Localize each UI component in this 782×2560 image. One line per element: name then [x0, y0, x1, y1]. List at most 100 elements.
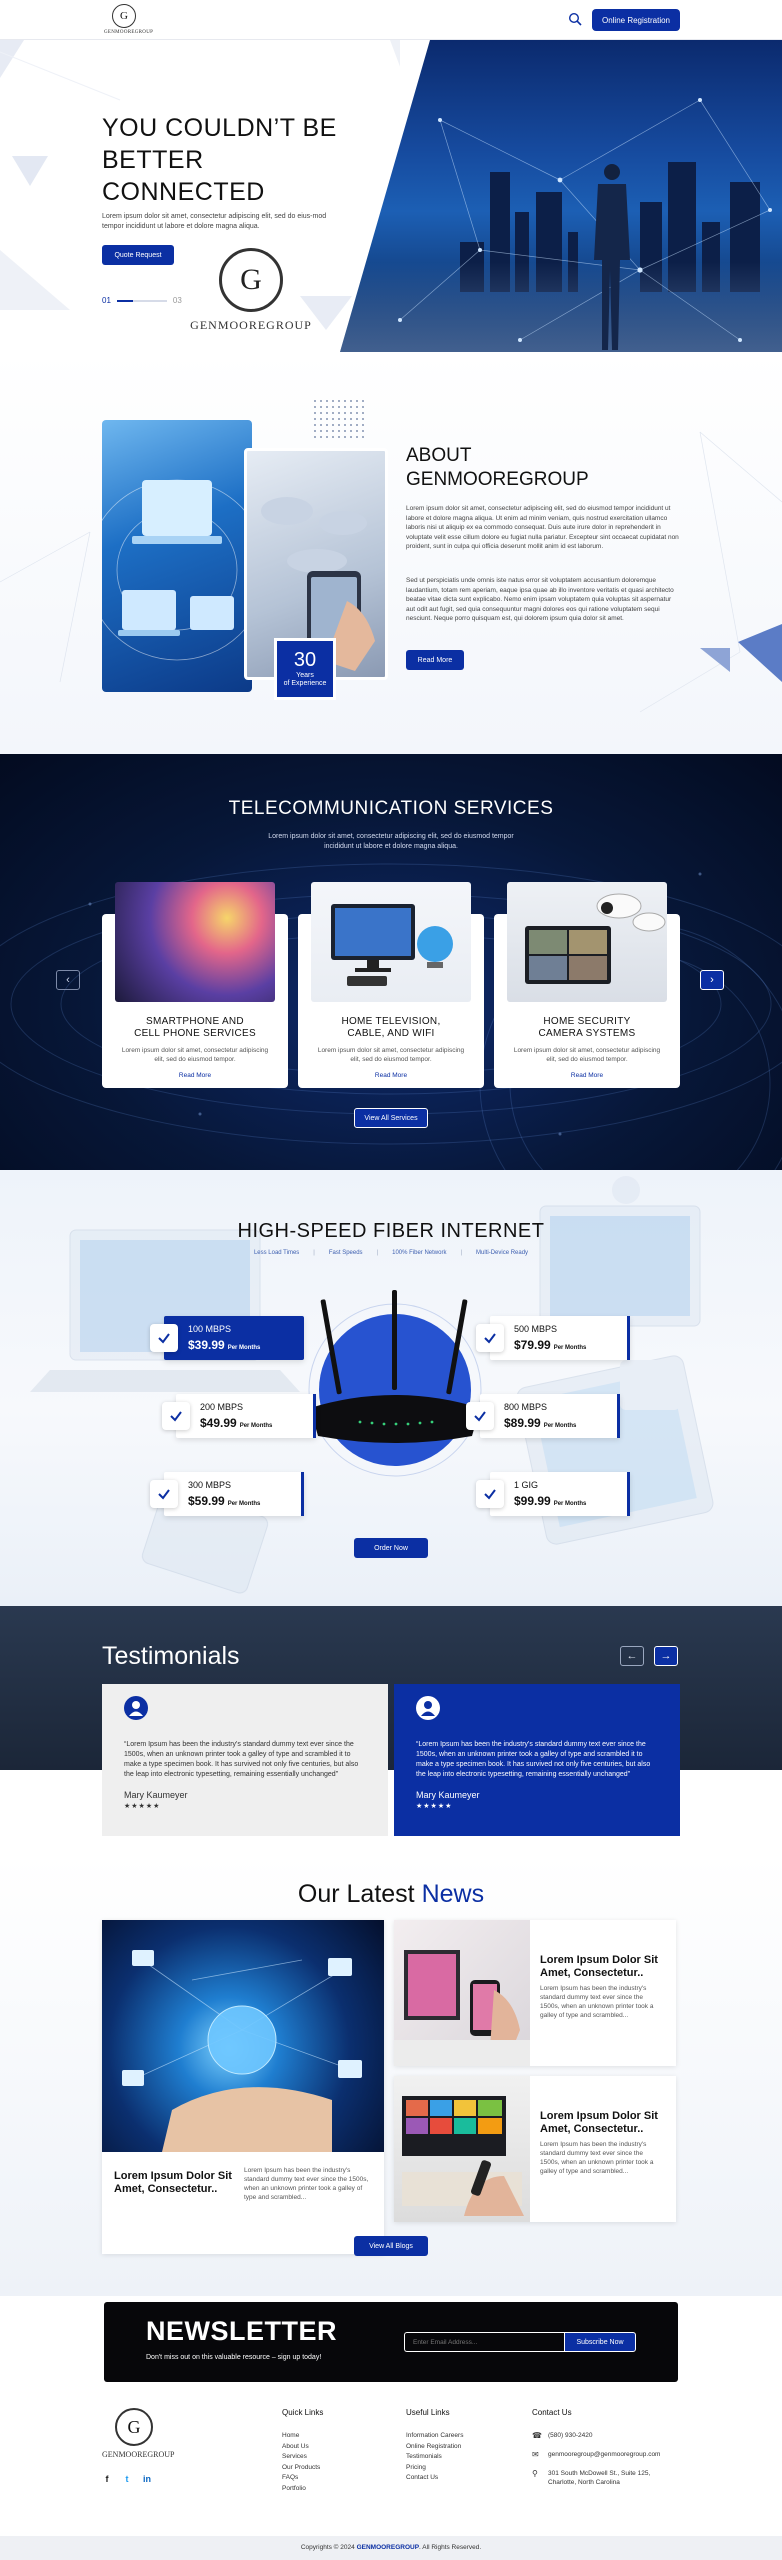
checkmark-icon	[162, 1402, 190, 1430]
fiber-feature: 100% Fiber Network	[392, 1250, 447, 1256]
service-name: SMARTPHONE AND CELL PHONE SERVICES	[102, 1016, 288, 1040]
about-section: 30 Years of Experience ABOUT GENMOOREGRO…	[0, 352, 782, 754]
view-all-blogs-button[interactable]: View All Blogs	[354, 2236, 428, 2256]
hero-slider-pager[interactable]: 01 03	[102, 296, 182, 305]
news-card[interactable]: Lorem Ipsum Dolor Sit Amet, Consectetur.…	[394, 2076, 676, 2222]
testimonials-prev-arrow-icon[interactable]: ←	[620, 1646, 644, 1666]
footer-link[interactable]: Testimonials	[406, 2452, 463, 2463]
footer-link[interactable]: Home	[282, 2431, 323, 2442]
services-prev-arrow-icon[interactable]: ‹	[56, 970, 80, 990]
plan-period: Per Months	[553, 1345, 587, 1351]
service-name-line: SMARTPHONE AND	[146, 1016, 244, 1027]
footer-link[interactable]: Portfolio	[282, 2484, 323, 2495]
logo-mark-icon: G	[219, 248, 283, 312]
plan-price: $59.99 Per Months	[188, 1494, 260, 1508]
phone-text: (580) 930-2420	[548, 2432, 593, 2439]
service-name-line: CAMERA SYSTEMS	[538, 1028, 636, 1039]
online-registration-button[interactable]: Online Registration	[592, 9, 680, 31]
experience-badge: 30 Years of Experience	[274, 638, 336, 700]
rating-stars: ★★★★★	[416, 1803, 453, 1810]
footer-link[interactable]: Online Registration	[406, 2442, 463, 2453]
footer-logo[interactable]: G GENMOOREGROUP	[102, 2408, 175, 2459]
footer-link[interactable]: Our Products	[282, 2463, 323, 2474]
footer-link[interactable]: FAQs	[282, 2473, 323, 2484]
service-name-line: CELL PHONE SERVICES	[134, 1028, 256, 1039]
rating-stars: ★★★★★	[124, 1803, 161, 1810]
footer-link[interactable]: Pricing	[406, 2463, 463, 2474]
hero-text: Lorem ipsum dolor sit amet, consectetur …	[102, 213, 327, 230]
about-read-more-button[interactable]: Read More	[406, 650, 464, 670]
plan-price-value: $49.99	[200, 1416, 237, 1430]
view-all-services-button[interactable]: View All Services	[354, 1108, 428, 1128]
site-header: G GENMOOREGROUP Online Registration	[0, 0, 782, 40]
security-camera-image	[507, 882, 667, 1002]
footer-link[interactable]: About Us	[282, 2442, 323, 2453]
service-read-more-link[interactable]: Read More	[102, 1072, 288, 1079]
location-pin-icon: ⚲	[532, 2469, 538, 2478]
contact-email[interactable]: ✉ genmooregroup@genmooregroup.com	[532, 2450, 660, 2459]
contact-title: Contact Us	[532, 2408, 572, 2417]
services-section: TELECOMMUNICATION SERVICES Lorem ipsum d…	[0, 754, 782, 1170]
footer-link[interactable]: Contact Us	[406, 2473, 463, 2484]
footer-link[interactable]: Services	[282, 2452, 323, 2463]
checkmark-icon	[150, 1324, 178, 1352]
router-icon	[308, 1290, 482, 1477]
useful-links-title: Useful Links	[406, 2408, 450, 2417]
news-title-highlight: News	[421, 1880, 485, 1908]
news-heading[interactable]: Lorem Ipsum Dolor Sit Amet, Consectetur.…	[114, 2170, 234, 2196]
testimonials-next-arrow-icon[interactable]: →	[654, 1646, 678, 1666]
site-logo[interactable]: G GENMOOREGROUP	[104, 4, 153, 35]
service-card[interactable]: HOME SECURITY CAMERA SYSTEMS Lorem ipsum…	[494, 882, 680, 1088]
testimonial-quote: “Lorem Ipsum has been the industry's sta…	[416, 1741, 651, 1778]
about-title-line: GENMOOREGROUP	[406, 469, 589, 490]
useful-links: Useful Links Information Careers Online …	[406, 2408, 463, 2484]
subscribe-button[interactable]: Subscribe Now	[564, 2332, 636, 2352]
plan-speed: 500 MBPS	[514, 1324, 558, 1334]
plan-speed: 200 MBPS	[200, 1402, 244, 1412]
hero-title-line: CONNECTED	[102, 178, 265, 206]
plan-price: $99.99 Per Months	[514, 1494, 586, 1508]
service-card[interactable]: HOME TELEVISION, CABLE, AND WIFI Lorem i…	[298, 882, 484, 1088]
plan-card[interactable]: 300 MBPS $59.99 Per Months	[150, 1472, 304, 1516]
footer-link[interactable]: Information Careers	[406, 2431, 463, 2442]
news-excerpt: Lorem Ipsum has been the industry's stan…	[540, 1985, 654, 2019]
news-card-featured[interactable]: Lorem Ipsum Dolor Sit Amet, Consectetur.…	[102, 1920, 384, 2254]
pager-progress-bar	[116, 299, 167, 302]
news-heading[interactable]: Lorem Ipsum Dolor Sit Amet, Consectetur.…	[540, 2110, 668, 2136]
plan-card[interactable]: 800 MBPS $89.99 Per Months	[466, 1394, 620, 1438]
plan-card[interactable]: 200 MBPS $49.99 Per Months	[162, 1394, 316, 1438]
service-read-more-link[interactable]: Read More	[298, 1072, 484, 1079]
news-heading[interactable]: Lorem Ipsum Dolor Sit Amet, Consectetur.…	[540, 1954, 668, 1980]
about-paragraph: Sed ut perspiciatis unde omnis iste natu…	[406, 577, 674, 622]
plan-card[interactable]: 1 GIG $99.99 Per Months	[476, 1472, 630, 1516]
newsletter-email-input[interactable]	[404, 2332, 564, 2352]
news-title: Our Latest News	[0, 1880, 782, 1909]
checkmark-icon	[476, 1480, 504, 1508]
facebook-icon[interactable]: f	[102, 2474, 112, 2484]
testimonial-card: “Lorem Ipsum has been the industry's sta…	[102, 1684, 388, 1836]
hero-section: YOU COULDN’T BE BETTER CONNECTED Lorem i…	[0, 40, 782, 352]
plan-price: $79.99 Per Months	[514, 1338, 586, 1352]
about-image-laptops	[102, 420, 252, 692]
news-card[interactable]: Lorem Ipsum Dolor Sit Amet, Consectetur.…	[394, 1920, 676, 2066]
contact-phone[interactable]: ☎ (580) 930-2420	[532, 2431, 660, 2440]
services-next-arrow-icon[interactable]: ›	[700, 970, 724, 990]
plan-period: Per Months	[543, 1423, 577, 1429]
service-card[interactable]: SMARTPHONE AND CELL PHONE SERVICES Lorem…	[102, 882, 288, 1088]
twitter-icon[interactable]: t	[122, 2474, 132, 2484]
service-read-more-link[interactable]: Read More	[494, 1072, 680, 1079]
businessman-figure	[594, 164, 630, 350]
plan-card[interactable]: 500 MBPS $79.99 Per Months	[476, 1316, 630, 1360]
linkedin-icon[interactable]: in	[142, 2474, 152, 2484]
newsletter-title: NEWSLETTER	[146, 2316, 337, 2346]
plan-card[interactable]: 100 MBPS $39.99 Per Months	[150, 1316, 304, 1360]
plan-period: Per Months	[239, 1423, 273, 1429]
search-icon[interactable]	[568, 12, 582, 26]
testimonials-title: Testimonials	[102, 1642, 240, 1670]
fiber-feature: Less Load Times	[253, 1250, 300, 1256]
quote-request-button[interactable]: Quote Request	[102, 245, 174, 265]
order-now-button[interactable]: Order Now	[354, 1538, 428, 1558]
plan-speed: 1 GIG	[514, 1480, 539, 1490]
dots-pattern	[312, 398, 366, 438]
footer-logo-text: GENMOOREGROUP	[102, 2450, 175, 2459]
